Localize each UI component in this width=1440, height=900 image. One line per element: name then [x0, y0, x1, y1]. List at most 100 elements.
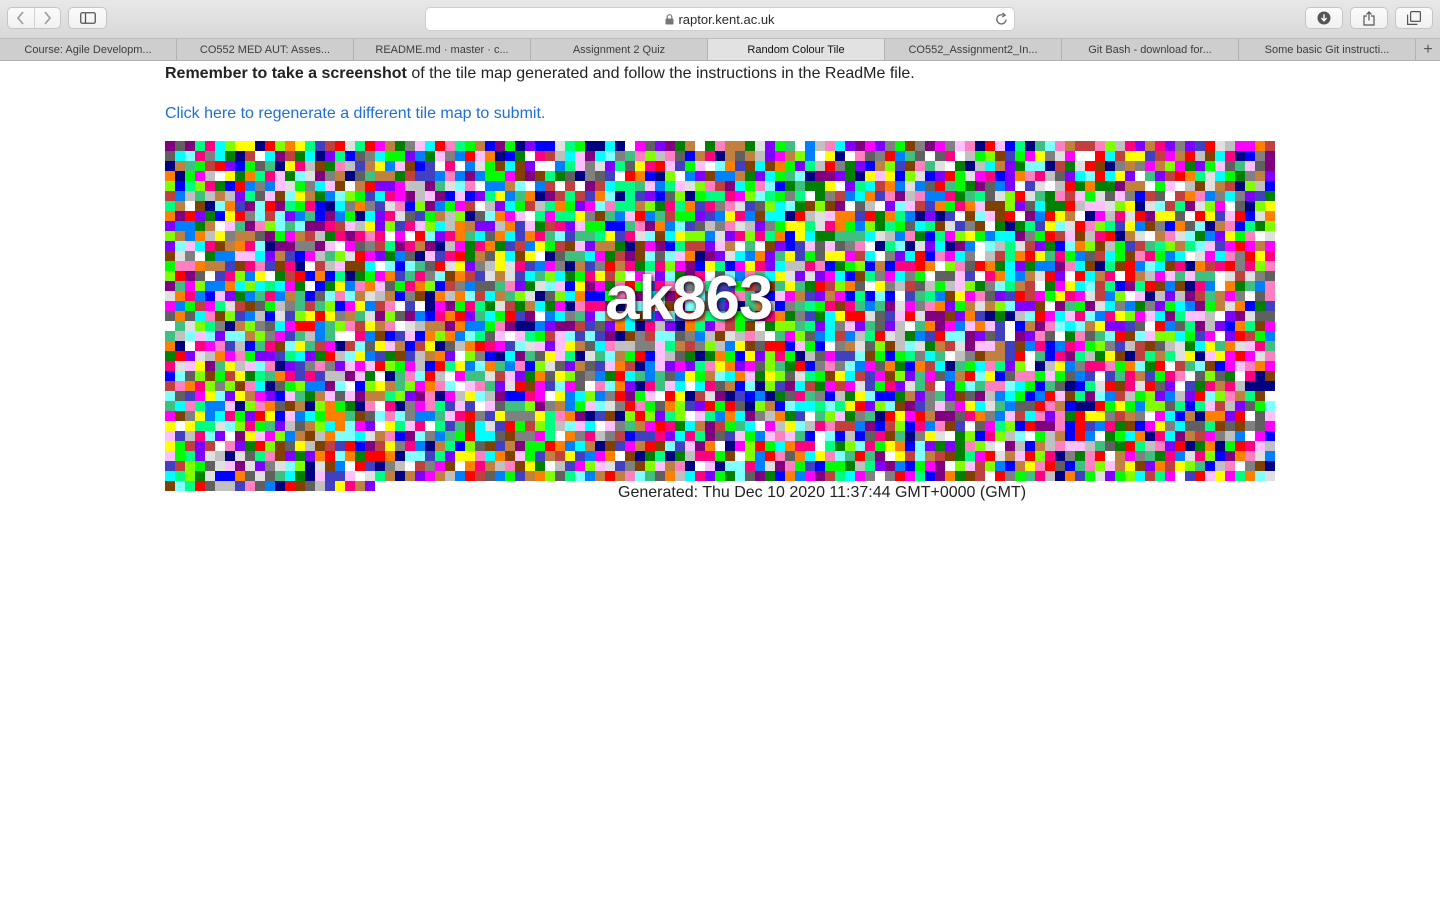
tile	[1205, 271, 1215, 281]
tile	[945, 341, 955, 351]
tab-git-instructions[interactable]: Some basic Git instructi...	[1239, 39, 1416, 60]
tile	[715, 251, 725, 261]
tile	[495, 351, 505, 361]
tile	[475, 421, 485, 431]
tile	[305, 461, 315, 471]
tile	[195, 461, 205, 471]
reload-icon[interactable]	[995, 12, 1008, 31]
tile	[835, 261, 845, 271]
tile	[1165, 411, 1175, 421]
nav-buttons	[7, 7, 61, 29]
tile	[1105, 441, 1115, 451]
tile	[1215, 311, 1225, 321]
tile	[465, 471, 475, 481]
tile	[435, 241, 445, 251]
tile	[645, 361, 655, 371]
tile	[835, 161, 845, 171]
share-button[interactable]	[1350, 7, 1388, 29]
tile	[755, 251, 765, 261]
regenerate-link[interactable]: Click here to regenerate a different til…	[165, 105, 545, 123]
tile	[595, 191, 605, 201]
tile	[895, 161, 905, 171]
tile	[1245, 281, 1255, 291]
forward-button[interactable]	[33, 8, 61, 28]
address-bar[interactable]: raptor.kent.ac.uk	[425, 7, 1015, 31]
tile	[1075, 411, 1085, 421]
tile	[1175, 181, 1185, 191]
tile	[305, 251, 315, 261]
new-tab-button[interactable]: +	[1416, 39, 1440, 60]
tile	[565, 431, 575, 441]
tile	[1075, 461, 1085, 471]
tile	[545, 441, 555, 451]
tile	[265, 461, 275, 471]
tile	[485, 461, 495, 471]
tile	[1065, 211, 1075, 221]
tile	[895, 441, 905, 451]
tile	[855, 151, 865, 161]
tile	[385, 281, 395, 291]
tile	[185, 471, 195, 481]
tile	[545, 271, 555, 281]
tile	[265, 141, 275, 151]
downloads-button[interactable]	[1305, 7, 1343, 29]
tile	[435, 391, 445, 401]
tile	[195, 211, 205, 221]
tile	[665, 191, 675, 201]
tile	[785, 421, 795, 431]
tile	[425, 221, 435, 231]
tile	[1205, 321, 1215, 331]
tile	[1125, 351, 1135, 361]
tile	[1165, 471, 1175, 481]
tab-overview-button[interactable]	[1395, 7, 1433, 29]
tile	[425, 441, 435, 451]
tile	[375, 461, 385, 471]
tile	[685, 151, 695, 161]
tile	[265, 161, 275, 171]
tile	[1095, 141, 1105, 151]
tile	[815, 161, 825, 171]
tile	[655, 201, 665, 211]
tile	[895, 401, 905, 411]
tile	[1015, 221, 1025, 231]
tab-co552-med-aut[interactable]: CO552 MED AUT: Asses...	[177, 39, 354, 60]
tile	[375, 411, 385, 421]
back-button[interactable]	[8, 8, 34, 28]
tile	[255, 311, 265, 321]
tile	[705, 411, 715, 421]
tile	[965, 201, 975, 211]
tile	[995, 431, 1005, 441]
tile	[1185, 321, 1195, 331]
tile	[1255, 441, 1265, 451]
tile	[1135, 151, 1145, 161]
tile	[1225, 161, 1235, 171]
tile	[1055, 301, 1065, 311]
tile	[725, 451, 735, 461]
tab-readme[interactable]: README.md · master · c...	[354, 39, 531, 60]
tile	[165, 441, 175, 451]
tab-git-bash[interactable]: Git Bash - download for...	[1062, 39, 1239, 60]
tab-random-colour-tile[interactable]: Random Colour Tile	[708, 39, 885, 60]
tile	[1025, 311, 1035, 321]
tile	[1105, 161, 1115, 171]
tile	[835, 281, 845, 291]
tile	[1255, 321, 1265, 331]
tab-co552-assignment2[interactable]: CO552_Assignment2_In...	[885, 39, 1062, 60]
tile	[555, 141, 565, 151]
tile	[805, 391, 815, 401]
tile	[445, 211, 455, 221]
tile	[345, 281, 355, 291]
tab-assignment-quiz[interactable]: Assignment 2 Quiz	[531, 39, 708, 60]
tile	[385, 171, 395, 181]
sidebar-button[interactable]	[68, 7, 107, 29]
tile	[285, 321, 295, 331]
tile	[265, 241, 275, 251]
tile	[1075, 201, 1085, 211]
tab-course-agile[interactable]: Course: Agile Developm...	[0, 39, 177, 60]
tile	[465, 451, 475, 461]
tile	[415, 291, 425, 301]
tile	[1265, 291, 1275, 301]
tile	[1215, 361, 1225, 371]
tile	[195, 141, 205, 151]
tile	[945, 291, 955, 301]
